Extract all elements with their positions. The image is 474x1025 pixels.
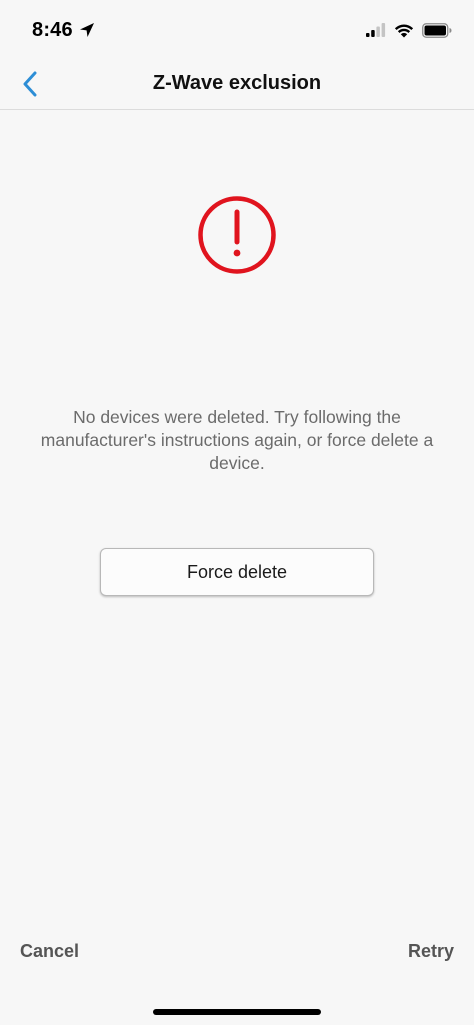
page-title: Z-Wave exclusion [152,72,322,94]
home-indicator[interactable] [153,1009,321,1015]
cellular-signal-icon [366,23,386,37]
location-arrow-icon [80,23,94,37]
force-delete-button[interactable]: Force delete [100,548,374,596]
navigation-bar: Z-Wave exclusion [0,58,474,110]
status-time: 8:46 [32,19,73,41]
status-indicators [366,20,452,40]
status-bar: 8:46 [0,0,474,58]
cancel-button[interactable]: Cancel [20,941,79,962]
screen: 8:46 Z-Wave exclusion No devices were de… [0,0,474,1025]
wifi-icon [394,24,414,37]
exclamation-circle-icon [198,196,276,274]
error-message: No devices were deleted. Try following t… [40,407,434,473]
battery-icon [422,22,452,38]
retry-button[interactable]: Retry [408,941,454,962]
